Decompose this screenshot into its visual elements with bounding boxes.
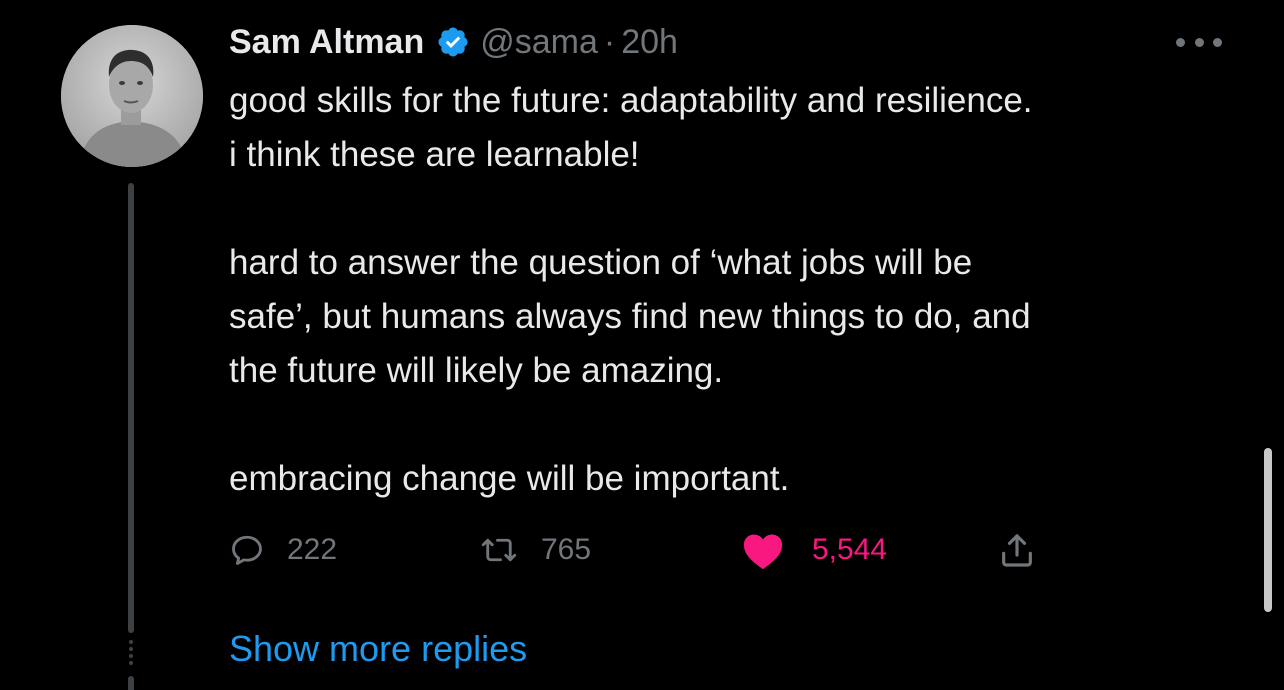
retweet-button[interactable]: 765 (479, 525, 591, 575)
like-count: 5,544 (812, 533, 888, 566)
profile-photo (61, 25, 203, 167)
header-separator: · (603, 22, 616, 61)
tweet-paragraph: good skills for the future: adaptability… (229, 81, 1033, 174)
reply-button[interactable]: 222 (229, 525, 337, 575)
more-options-icon[interactable] (1176, 34, 1222, 50)
thread-dots (129, 640, 133, 665)
tweet-actions: 222 765 5,544 (229, 525, 1059, 575)
thread-line-continuation (128, 676, 134, 690)
reply-count: 222 (287, 533, 338, 566)
tweet-paragraph: embracing change will be important. (229, 459, 790, 498)
verified-badge-icon (438, 27, 468, 57)
avatar[interactable] (61, 25, 203, 167)
like-button[interactable]: 5,544 (740, 525, 887, 575)
thread-line (128, 183, 134, 633)
show-more-replies-link[interactable]: Show more replies (229, 628, 527, 670)
retweet-count: 765 (541, 533, 592, 566)
scrollbar-thumb[interactable] (1264, 448, 1272, 612)
tweet-paragraph: hard to answer the question of ‘what job… (229, 243, 1031, 390)
reply-icon (232, 535, 262, 565)
author-name[interactable]: Sam Altman (229, 23, 424, 62)
author-handle[interactable]: @sama (480, 23, 598, 62)
tweet-timestamp[interactable]: 20h (621, 23, 678, 62)
tweet-header: Sam Altman @sama · 20h (229, 22, 678, 62)
share-icon (1002, 534, 1032, 567)
share-button[interactable] (997, 525, 1037, 575)
heart-icon (743, 534, 783, 570)
retweet-icon (481, 538, 517, 562)
